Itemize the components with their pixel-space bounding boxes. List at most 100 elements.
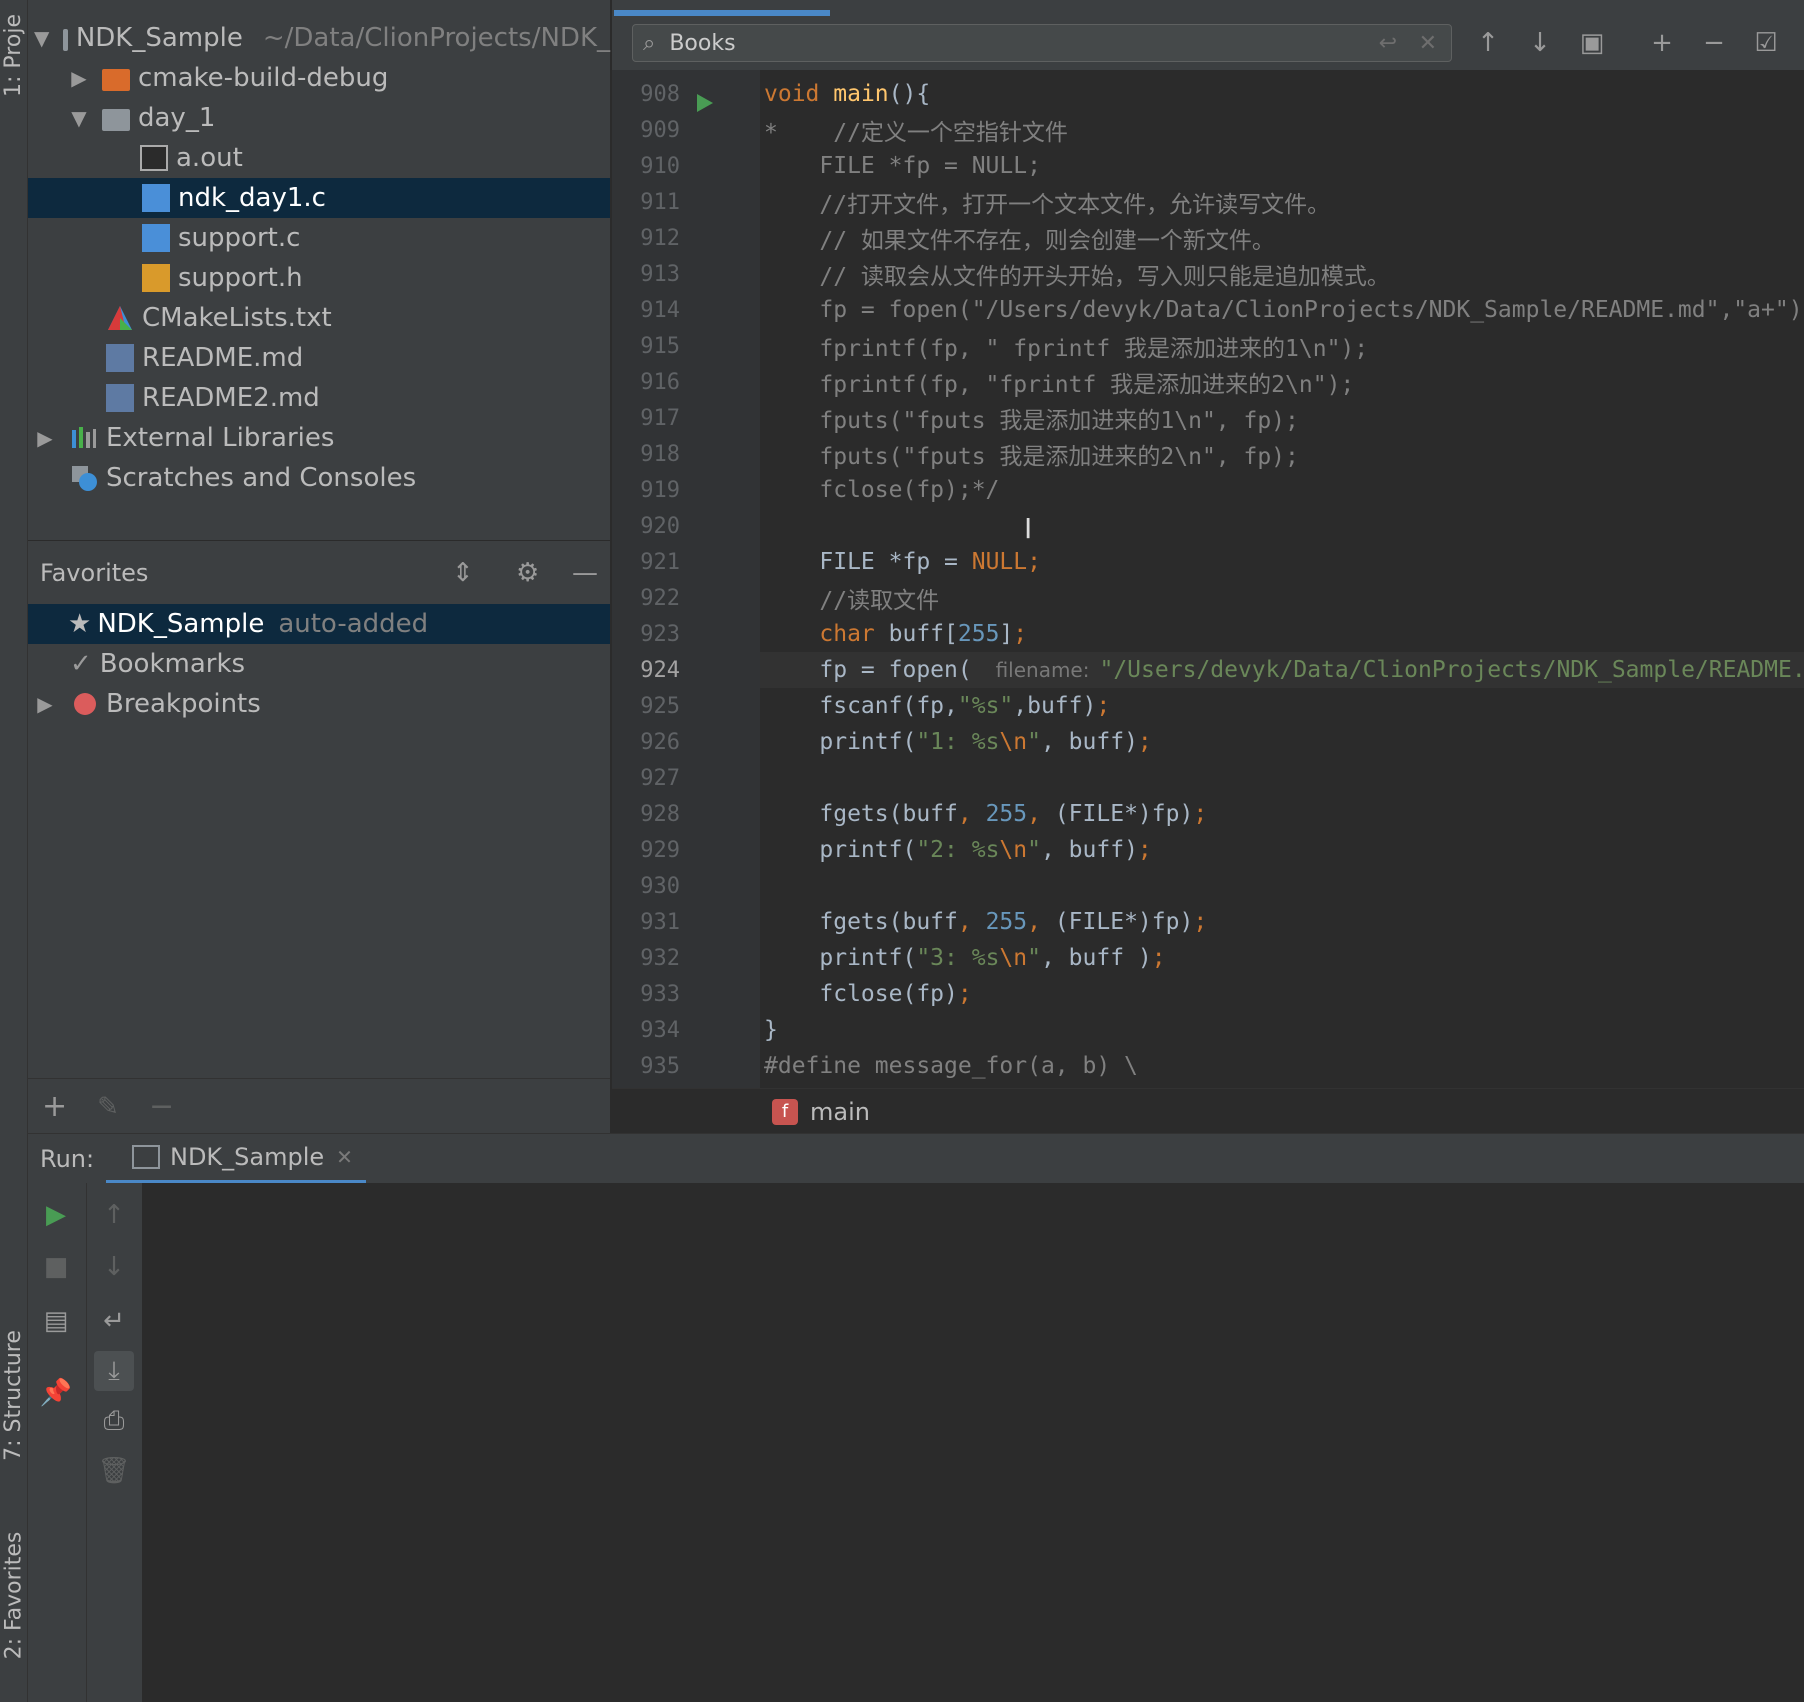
- line-number: 928: [640, 802, 680, 827]
- tree-item-a-out[interactable]: a.out: [28, 138, 610, 178]
- pin-icon[interactable]: 📌: [36, 1373, 76, 1413]
- tree-item-day-1[interactable]: ▼ day_1: [28, 98, 610, 138]
- tree-item-support-h[interactable]: support.h: [28, 258, 610, 298]
- tree-item-ndk-day1-c[interactable]: ndk_day1.c: [28, 178, 610, 218]
- stop-icon[interactable]: ■: [36, 1247, 76, 1287]
- code-line[interactable]: FILE *fp = NULL;: [760, 544, 1041, 580]
- code-line[interactable]: fgets(buff, 255, (FILE*)fp);: [760, 904, 1207, 940]
- add-selection-icon[interactable]: +: [1642, 23, 1682, 63]
- down-stack-icon[interactable]: ↓: [94, 1247, 134, 1287]
- code-line[interactable]: [760, 508, 764, 544]
- favorites-item-ndk-sample[interactable]: ★ NDK_Sample auto-added: [28, 604, 610, 644]
- tree-item-readme[interactable]: README.md: [28, 338, 610, 378]
- refresh-icon[interactable]: ↩: [1379, 31, 1397, 56]
- tree-item-cmakelists[interactable]: CMakeLists.txt: [28, 298, 610, 338]
- code-line[interactable]: printf("3: %s \n ", buff );: [760, 940, 1165, 976]
- tab-run-ndk-sample[interactable]: NDK_Sample ✕: [106, 1134, 366, 1184]
- h-file-icon: [142, 264, 170, 292]
- run-icon[interactable]: [694, 92, 716, 114]
- code-line[interactable]: }: [760, 1012, 778, 1048]
- code-line[interactable]: //读取文件: [760, 580, 939, 616]
- run-console[interactable]: [142, 1183, 1804, 1702]
- layout-icon[interactable]: ▤: [36, 1301, 76, 1341]
- code-line[interactable]: fputs("fputs 我是添加进来的2\n", fp);: [760, 436, 1299, 472]
- favorites-item-bookmarks[interactable]: ✓ Bookmarks: [28, 644, 610, 684]
- previous-occurrence-icon[interactable]: ↑: [1468, 23, 1508, 63]
- tree-item-ndk-sample[interactable]: ▼ NDK_Sample ~/Data/ClionProjects/NDK_: [28, 18, 610, 58]
- code-token: ;: [1137, 837, 1152, 863]
- code-line[interactable]: printf("1: %s \n ", buff);: [760, 724, 1151, 760]
- remove-selection-icon[interactable]: −: [1694, 23, 1734, 63]
- chevron-right-icon[interactable]: ▶: [68, 66, 90, 90]
- code-line[interactable]: fp = fopen( filename: "/Users/devyk/Data/…: [760, 652, 1804, 688]
- code-line[interactable]: fgets(buff, 255, (FILE*)fp);: [760, 796, 1207, 832]
- tab-structure[interactable]: 7: Structure: [0, 1310, 27, 1480]
- tree-item-readme2[interactable]: README2.md: [28, 378, 610, 418]
- code-line[interactable]: //打开文件，打开一个文本文件，允许读写文件。: [760, 184, 1330, 220]
- code-line[interactable]: [760, 868, 764, 904]
- c-file-icon: [142, 224, 170, 252]
- code-line[interactable]: void main(){: [760, 76, 930, 112]
- code-line[interactable]: fprintf(fp, "fprintf 我是添加进来的2\n");: [760, 364, 1354, 400]
- print-icon[interactable]: ⎙: [94, 1401, 134, 1441]
- tab-favorites[interactable]: 2: Favorites: [0, 1510, 27, 1680]
- line-number: 933: [640, 982, 680, 1007]
- breadcrumb-function[interactable]: main: [810, 1098, 870, 1126]
- tree-item-support-c[interactable]: support.c: [28, 218, 610, 258]
- chevron-right-icon[interactable]: ▶: [34, 692, 56, 716]
- line-number: 913: [640, 262, 680, 287]
- trash-icon[interactable]: 🗑: [94, 1451, 134, 1491]
- tab-project[interactable]: 1: Proje: [0, 0, 27, 110]
- code-line[interactable]: char buff[255];: [760, 616, 1027, 652]
- rerun-icon[interactable]: ▶: [36, 1195, 76, 1235]
- next-occurrence-icon[interactable]: ↓: [1520, 23, 1560, 63]
- chevron-down-icon[interactable]: ▼: [34, 26, 49, 50]
- code-token: NULL: [971, 549, 1028, 575]
- code-token: printf(: [764, 837, 917, 863]
- scratches-icon: [70, 464, 98, 492]
- tree-item-external-libraries[interactable]: ▶ External Libraries: [28, 418, 610, 458]
- code-line[interactable]: fclose(fp);*/: [760, 472, 999, 508]
- collapse-all-icon[interactable]: ⇕: [452, 558, 474, 588]
- run-toolbar: ▶ ■ ▤ 📌 ↑ ↓ ↵ ⤓ ⎙ 🗑: [28, 1183, 142, 1702]
- up-stack-icon[interactable]: ↑: [94, 1195, 134, 1235]
- code-editor[interactable]: void main(){* //定义一个空指针文件 FILE *fp = NUL…: [760, 70, 1804, 1088]
- code-line[interactable]: FILE *fp = NULL;: [760, 148, 1041, 184]
- select-all-occurrences-icon[interactable]: ▣: [1572, 23, 1612, 63]
- edit-icon[interactable]: ✎: [97, 1092, 119, 1122]
- remove-icon[interactable]: −: [149, 1089, 174, 1124]
- code-line[interactable]: [760, 760, 764, 796]
- code-line[interactable]: printf("2: %s \n ", buff);: [760, 832, 1152, 868]
- code-line[interactable]: fclose(fp);: [760, 976, 971, 1012]
- tree-item-scratches[interactable]: Scratches and Consoles: [28, 458, 610, 498]
- code-line[interactable]: fprintf(fp, " fprintf 我是添加进来的1\n");: [760, 328, 1368, 364]
- code-line[interactable]: fputs("fputs 我是添加进来的1\n", fp);: [760, 400, 1299, 436]
- code-token: ;: [1013, 621, 1028, 647]
- chevron-right-icon[interactable]: ▶: [34, 426, 56, 450]
- code-line[interactable]: fp = fopen("/Users/devyk/Data/ClionProje…: [760, 292, 1802, 328]
- code-line[interactable]: // 读取会从文件的开头开始，写入则只能是追加模式。: [760, 256, 1390, 292]
- code-token: \n: [999, 837, 1028, 863]
- scroll-to-end-icon[interactable]: ⤓: [94, 1351, 134, 1391]
- folder-icon: [102, 109, 130, 131]
- gear-icon[interactable]: ⚙: [516, 558, 539, 588]
- filter-icon[interactable]: ☑: [1746, 23, 1786, 63]
- add-icon[interactable]: +: [42, 1089, 67, 1124]
- search-input[interactable]: ⌕ Books ↩ ✕: [632, 24, 1452, 62]
- code-line[interactable]: #define message_for(a, b) \: [760, 1048, 1138, 1084]
- close-icon[interactable]: ✕: [1419, 31, 1437, 56]
- tree-item-cmake-build-debug[interactable]: ▶ cmake-build-debug: [28, 58, 610, 98]
- code-token: printf(: [764, 945, 917, 971]
- line-number: 918: [640, 442, 680, 467]
- minimize-icon[interactable]: —: [572, 558, 598, 588]
- line-number: 920: [640, 514, 680, 539]
- favorites-item-breakpoints[interactable]: ▶ Breakpoints: [28, 684, 610, 724]
- code-line[interactable]: * //定义一个空指针文件: [760, 112, 1068, 148]
- code-line[interactable]: // 如果文件不存在，则会创建一个新文件。: [760, 220, 1275, 256]
- code-line[interactable]: fscanf(fp, "%s" ,buff);: [760, 688, 1110, 724]
- soft-wrap-icon[interactable]: ↵: [94, 1301, 134, 1341]
- close-icon[interactable]: ✕: [336, 1145, 353, 1169]
- chevron-down-icon[interactable]: ▼: [68, 106, 90, 130]
- code-token: (FILE*)fp): [1054, 909, 1194, 935]
